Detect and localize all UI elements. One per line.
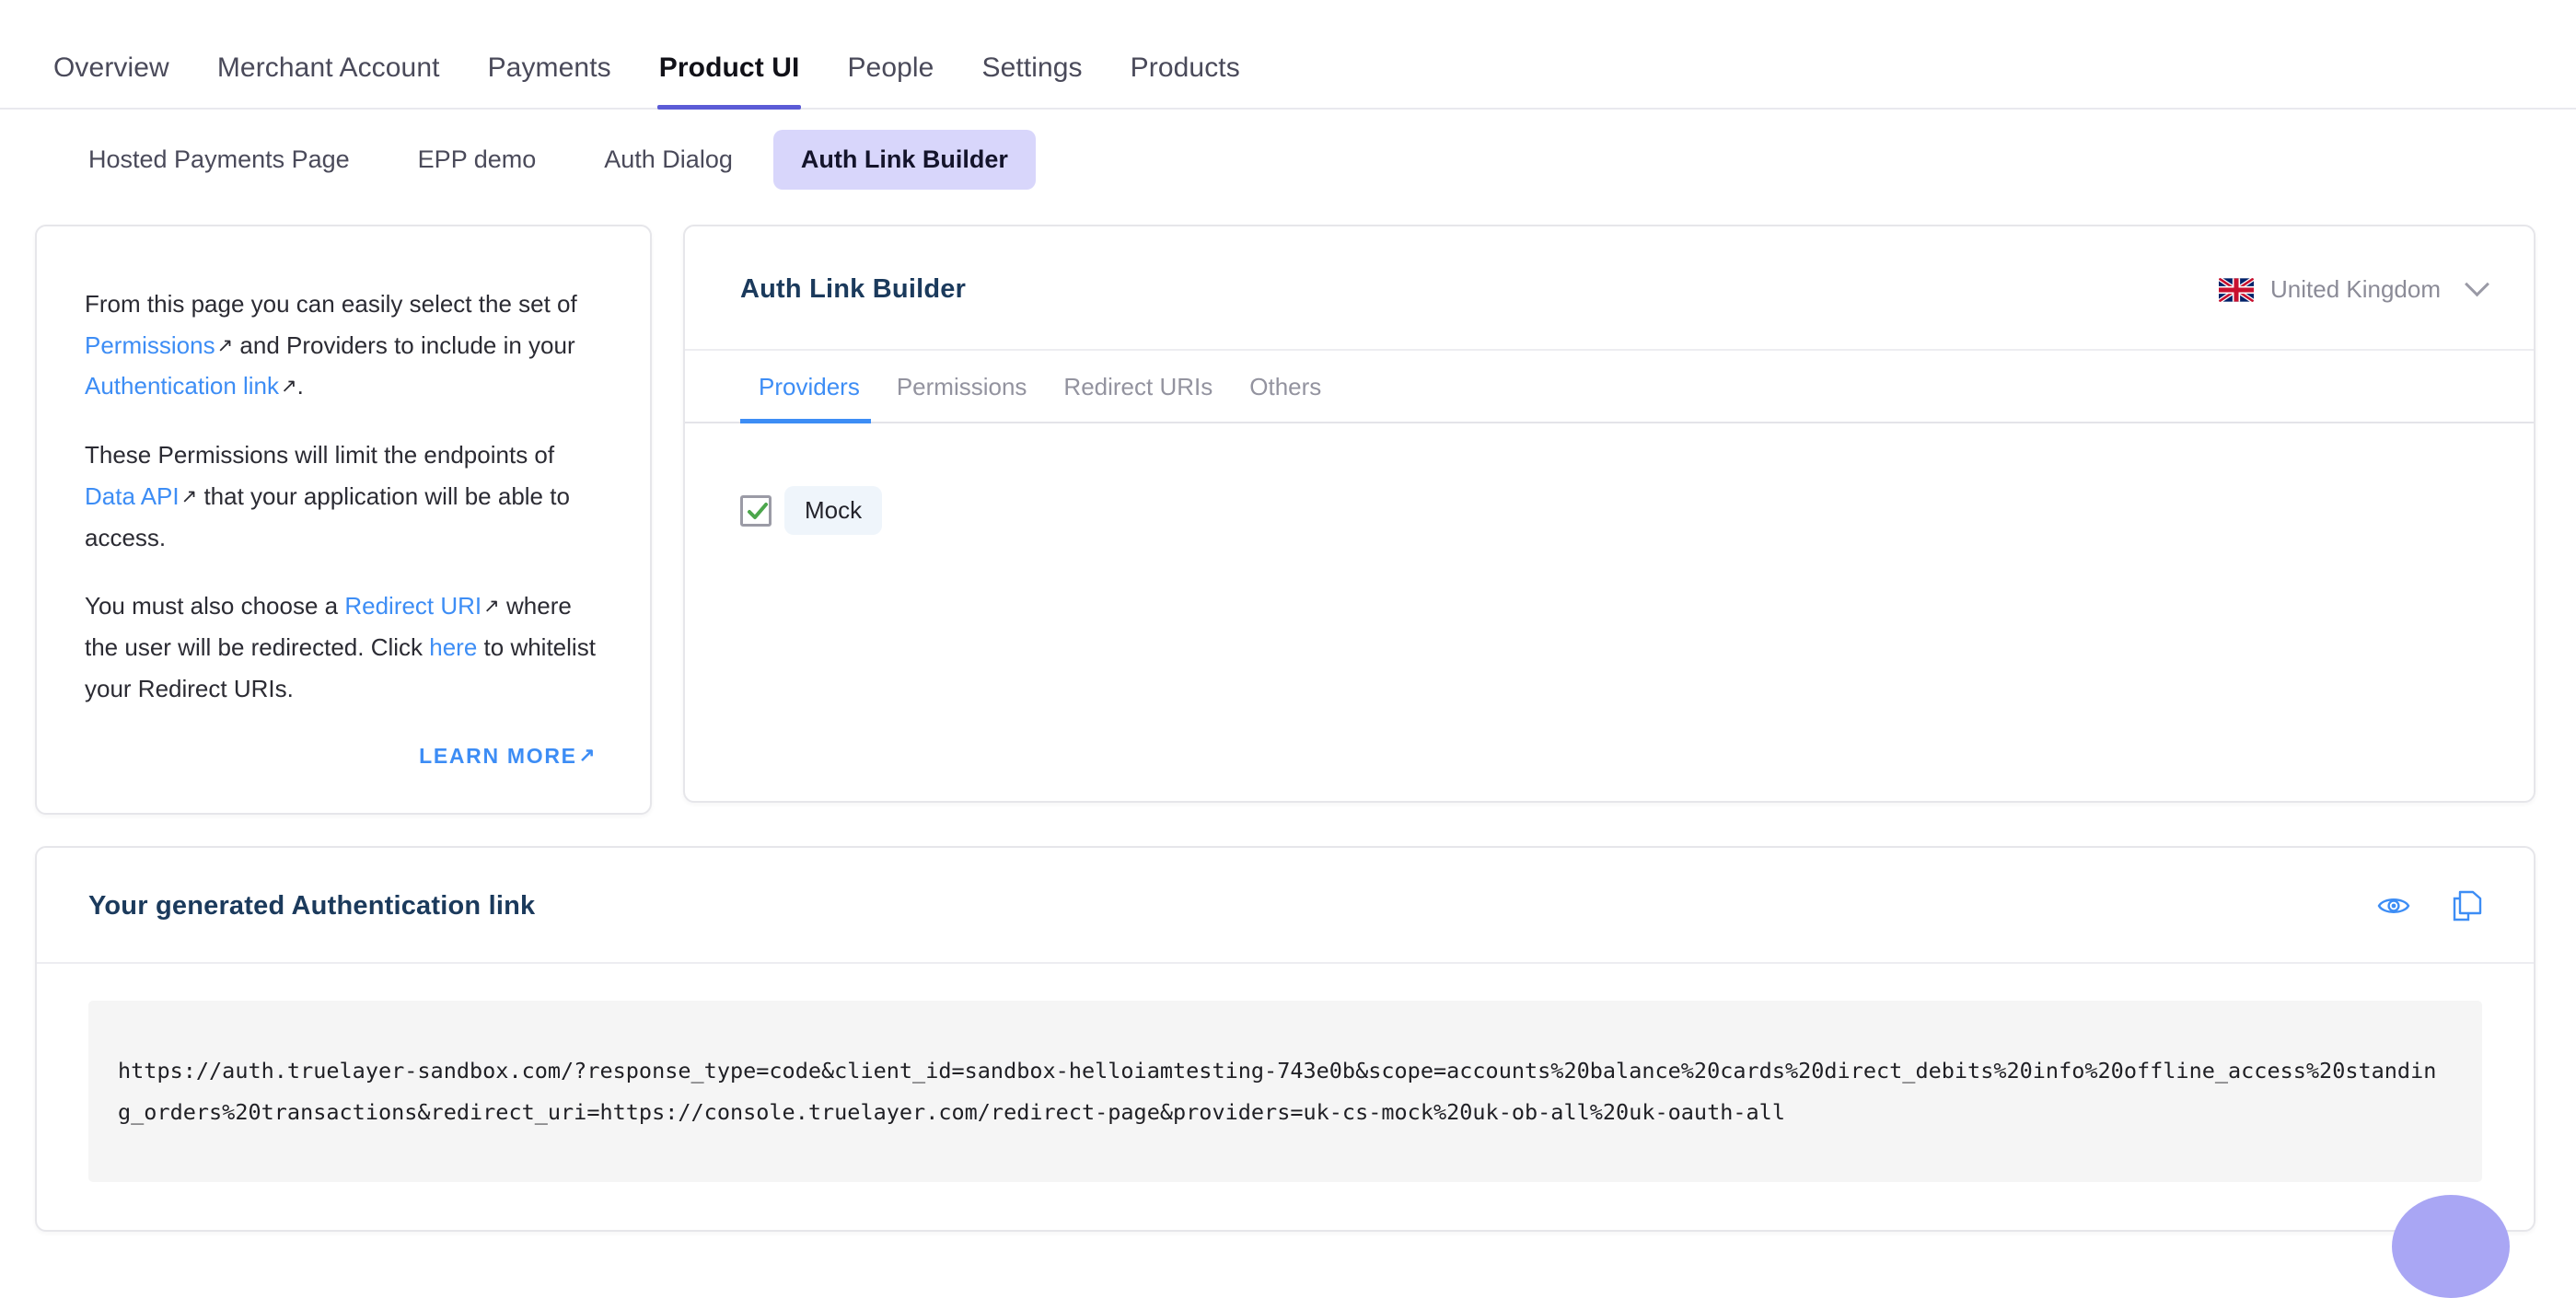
here-link[interactable]: here bbox=[429, 633, 477, 661]
external-link-arrow-icon: ↗ bbox=[216, 334, 234, 356]
redirect-uri-link[interactable]: Redirect URI bbox=[344, 592, 482, 620]
info-p1-text-3: . bbox=[296, 372, 304, 400]
generated-link-actions bbox=[2377, 890, 2482, 921]
copy-icon[interactable] bbox=[2453, 890, 2482, 921]
info-paragraph-3: You must also choose a Redirect URI↗ whe… bbox=[85, 585, 602, 709]
learn-more-link[interactable]: LEARN MORE↗ bbox=[419, 744, 597, 769]
generated-link-url[interactable]: https://auth.truelayer-sandbox.com/?resp… bbox=[88, 1001, 2482, 1182]
subtab-auth-dialog[interactable]: Auth Dialog bbox=[576, 130, 760, 190]
secondary-tabs: Hosted Payments Page EPP demo Auth Dialo… bbox=[0, 110, 2576, 210]
nav-item-settings[interactable]: Settings bbox=[957, 52, 1106, 108]
support-widget-bubble[interactable] bbox=[2392, 1195, 2510, 1298]
uk-flag-icon bbox=[2219, 277, 2254, 302]
chevron-down-icon bbox=[2465, 272, 2489, 297]
generated-link-header: Your generated Authentication link bbox=[37, 848, 2534, 965]
tab-others[interactable]: Others bbox=[1231, 351, 1340, 422]
tab-providers[interactable]: Providers bbox=[740, 351, 878, 423]
generated-link-body: https://auth.truelayer-sandbox.com/?resp… bbox=[37, 964, 2534, 1229]
eye-icon[interactable] bbox=[2377, 894, 2410, 918]
subtab-auth-link-builder[interactable]: Auth Link Builder bbox=[772, 130, 1036, 190]
provider-item-mock[interactable]: Mock bbox=[740, 486, 883, 535]
info-paragraph-2: These Permissions will limit the endpoin… bbox=[85, 435, 602, 558]
generated-link-title: Your generated Authentication link bbox=[88, 890, 536, 921]
nav-item-people[interactable]: People bbox=[823, 52, 957, 108]
nav-item-product-ui[interactable]: Product UI bbox=[635, 52, 824, 110]
nav-item-products[interactable]: Products bbox=[1107, 52, 1264, 108]
info-p3-text-1: You must also choose a bbox=[85, 592, 345, 620]
main-content: From this page you can easily select the… bbox=[0, 210, 2576, 816]
generated-link-card: Your generated Authentication link https… bbox=[35, 846, 2535, 1232]
provider-label-mock: Mock bbox=[784, 486, 883, 535]
providers-panel: Mock bbox=[685, 423, 2534, 801]
learn-more-label: LEARN MORE bbox=[419, 744, 577, 769]
subtab-epp-demo[interactable]: EPP demo bbox=[390, 130, 564, 190]
info-p1-text-2: and Providers to include in your bbox=[233, 330, 575, 359]
subtab-hosted-payments-page[interactable]: Hosted Payments Page bbox=[61, 130, 377, 190]
learn-more-row: LEARN MORE↗ bbox=[85, 744, 602, 769]
info-card: From this page you can easily select the… bbox=[35, 225, 652, 816]
authentication-link-link[interactable]: Authentication link bbox=[85, 372, 279, 400]
info-p2-text-1: These Permissions will limit the endpoin… bbox=[85, 441, 555, 469]
tab-permissions[interactable]: Permissions bbox=[878, 351, 1046, 422]
external-link-arrow-icon: ↗ bbox=[578, 745, 597, 767]
tab-redirect-uris[interactable]: Redirect URIs bbox=[1045, 351, 1231, 422]
builder-header: Auth Link Builder United Kingdom bbox=[685, 226, 2534, 351]
nav-item-merchant-account[interactable]: Merchant Account bbox=[193, 52, 464, 108]
info-p1-text-1: From this page you can easily select the… bbox=[85, 290, 577, 318]
country-name-label: United Kingdom bbox=[2270, 275, 2441, 303]
nav-item-overview[interactable]: Overview bbox=[53, 52, 193, 108]
builder-title: Auth Link Builder bbox=[740, 274, 967, 304]
country-selector[interactable]: United Kingdom bbox=[2219, 272, 2489, 304]
primary-navigation: Overview Merchant Account Payments Produ… bbox=[0, 0, 2576, 110]
external-link-arrow-icon: ↗ bbox=[483, 596, 500, 618]
external-link-arrow-icon: ↗ bbox=[180, 485, 198, 507]
builder-tabs: Providers Permissions Redirect URIs Othe… bbox=[685, 351, 2534, 423]
permissions-link[interactable]: Permissions bbox=[85, 331, 215, 359]
nav-item-payments[interactable]: Payments bbox=[464, 52, 635, 108]
info-paragraph-1: From this page you can easily select the… bbox=[85, 284, 602, 407]
provider-checkbox-mock[interactable] bbox=[740, 494, 772, 527]
data-api-link[interactable]: Data API bbox=[85, 482, 180, 510]
external-link-arrow-icon: ↗ bbox=[281, 376, 297, 398]
auth-link-builder-card: Auth Link Builder United Kingdom Provide… bbox=[683, 225, 2535, 803]
